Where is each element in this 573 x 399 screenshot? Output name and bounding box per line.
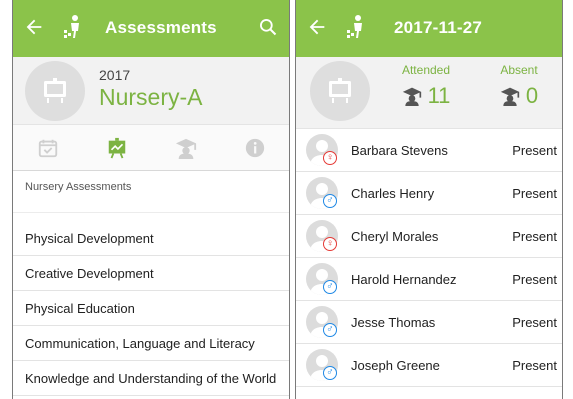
student-row[interactable]: ♂ Charles Henry Present xyxy=(296,172,562,215)
attended-stat: Attended 11 xyxy=(386,63,466,109)
tab-bar xyxy=(13,125,289,171)
tab-students[interactable] xyxy=(151,125,220,170)
absent-count: 0 xyxy=(525,83,539,108)
male-icon: ♂ xyxy=(323,280,337,294)
student-row[interactable]: ♂ Joseph Greene Present xyxy=(296,344,562,387)
info-icon xyxy=(245,138,264,157)
tab-info[interactable] xyxy=(220,125,289,170)
student-name: Cheryl Morales xyxy=(351,229,439,244)
class-year: 2017 xyxy=(99,67,131,83)
attended-label: Attended xyxy=(401,63,451,77)
female-icon: ♀ xyxy=(323,151,337,165)
app-bar: 2017-11-27 xyxy=(296,0,562,57)
male-icon: ♂ xyxy=(323,323,337,337)
attendance-status: Present xyxy=(512,229,557,244)
student-row[interactable]: ♂ Jesse Thomas Present xyxy=(296,301,562,344)
attendance-screen: 2017-11-27 Attended 11 Absent 0 ♀ Barbar… xyxy=(295,0,563,399)
search-icon[interactable] xyxy=(258,17,278,37)
male-icon: ♂ xyxy=(323,366,337,380)
student-row[interactable]: ♂ Harold Hernandez Present xyxy=(296,258,562,301)
class-avatar xyxy=(310,61,370,121)
male-icon: ♂ xyxy=(323,194,337,208)
attended-count: 11 xyxy=(427,83,451,108)
assessment-item[interactable]: Creative Development xyxy=(13,256,289,291)
presentation-chart-icon xyxy=(108,137,125,158)
class-name: Nursery-A xyxy=(99,84,203,110)
attendance-status: Present xyxy=(512,358,557,373)
graduate-icon xyxy=(500,87,520,106)
tab-assessments[interactable] xyxy=(82,125,151,170)
female-icon: ♀ xyxy=(323,237,337,251)
assessments-screen: Assessments 2017 Nursery-A Nursery Asses… xyxy=(12,0,290,399)
class-header: 2017 Nursery-A xyxy=(13,57,289,125)
student-row[interactable]: ♀ Cheryl Morales Present xyxy=(296,215,562,258)
student-name: Harold Hernandez xyxy=(351,272,457,287)
page-title: Assessments xyxy=(105,18,217,37)
app-logo-icon xyxy=(64,15,79,38)
attendance-status: Present xyxy=(512,143,557,158)
graduate-icon xyxy=(402,87,421,106)
tab-attendance[interactable] xyxy=(13,125,82,170)
attendance-status: Present xyxy=(512,315,557,330)
class-avatar xyxy=(25,61,85,121)
page-title: 2017-11-27 xyxy=(394,18,483,37)
attendance-status: Present xyxy=(512,186,557,201)
student-row[interactable]: ♀ Barbara Stevens Present xyxy=(296,129,562,172)
classroom-board-icon xyxy=(44,78,66,103)
student-list: ♀ Barbara Stevens Present ♂ Charles Henry Pre… xyxy=(296,129,562,387)
graduate-icon xyxy=(175,138,196,159)
section-label: Nursery Assessments xyxy=(13,171,289,213)
student-name: Charles Henry xyxy=(351,186,435,201)
calendar-check-icon xyxy=(38,139,57,157)
assessment-item[interactable]: Physical Education xyxy=(13,291,289,326)
assessment-item[interactable]: Physical Development xyxy=(13,221,289,256)
student-name: Joseph Greene xyxy=(351,358,440,373)
arrow-left-icon[interactable] xyxy=(306,16,328,38)
app-logo-icon xyxy=(347,15,362,38)
attendance-summary: Attended 11 Absent 0 xyxy=(296,57,562,129)
assessment-item[interactable]: Knowledge and Understanding of the World xyxy=(13,361,289,396)
arrow-left-icon[interactable] xyxy=(23,16,45,38)
student-name: Barbara Stevens xyxy=(351,143,448,158)
student-name: Jesse Thomas xyxy=(351,315,436,330)
assessment-item[interactable]: Communication, Language and Literacy xyxy=(13,326,289,361)
absent-label: Absent xyxy=(500,63,538,77)
app-bar: Assessments xyxy=(13,0,289,57)
attendance-status: Present xyxy=(512,272,557,287)
absent-stat: Absent 0 xyxy=(486,63,552,109)
classroom-board-icon xyxy=(329,78,351,103)
